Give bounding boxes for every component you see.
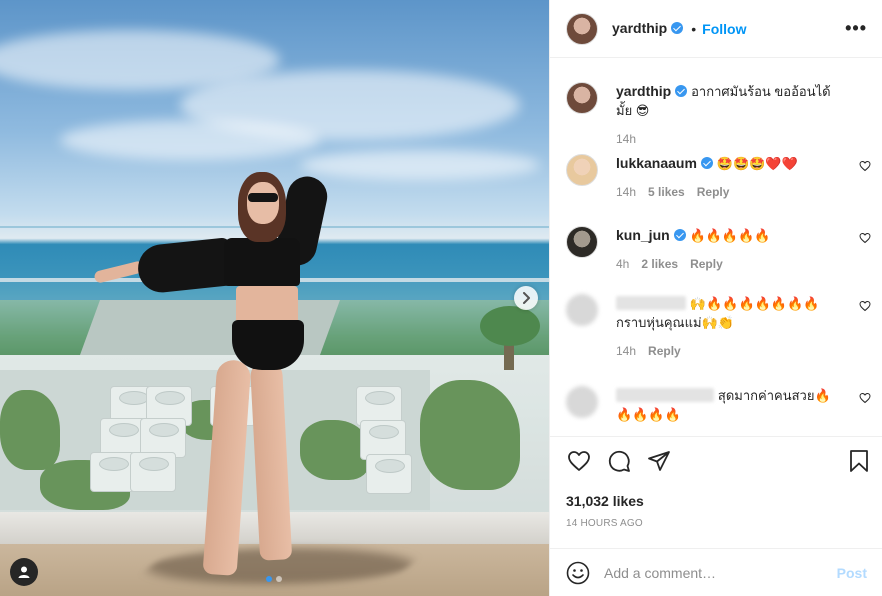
avatar[interactable] xyxy=(566,226,598,258)
share-icon[interactable] xyxy=(646,449,672,473)
heart-icon[interactable] xyxy=(566,449,592,473)
action-icons xyxy=(566,449,868,477)
avatar[interactable] xyxy=(566,154,598,186)
comment-input[interactable] xyxy=(604,564,824,581)
comment-text: 🔥🔥🔥🔥🔥 xyxy=(689,228,771,243)
leg xyxy=(249,359,293,561)
torso xyxy=(236,286,298,324)
comment-item: สุดมากค่าคนสวย🔥 🔥🔥🔥🔥 xyxy=(566,386,871,424)
carousel-dot xyxy=(266,576,272,582)
caption-time: 14h xyxy=(616,132,637,146)
swimsuit-top xyxy=(224,238,300,286)
post-header: yardthip • Follow ••• xyxy=(550,0,882,58)
user-tags-button[interactable] xyxy=(10,558,38,586)
sunglasses xyxy=(248,193,278,202)
reply-button[interactable]: Reply xyxy=(697,183,730,201)
like-comment-icon[interactable] xyxy=(859,232,871,244)
separator-dot: • xyxy=(691,20,697,37)
comment-time: 14h xyxy=(616,185,637,199)
comment-text: 🤩🤩🤩❤️❤️ xyxy=(716,156,798,171)
arm xyxy=(93,260,145,284)
comment-item: kun_jun 🔥🔥🔥🔥🔥 4h 2 likes Reply xyxy=(566,226,871,273)
carousel-dot xyxy=(276,576,282,582)
avatar[interactable] xyxy=(566,82,598,114)
post-side-panel: yardthip • Follow ••• yardthip อากาศมันร… xyxy=(549,0,882,596)
more-options-icon[interactable]: ••• xyxy=(845,18,867,39)
likes-count[interactable]: 31,032 likes xyxy=(566,493,644,509)
comment-username[interactable]: kun_jun xyxy=(616,227,670,243)
comment-time: 4h xyxy=(616,257,630,271)
comment-meta: 4h 2 likes Reply xyxy=(616,255,846,273)
verified-badge-icon xyxy=(673,229,686,241)
reply-button[interactable]: Reply xyxy=(690,255,723,273)
caption-meta: 14h xyxy=(616,130,846,148)
comment-icon[interactable] xyxy=(606,449,632,473)
reply-button[interactable]: Reply xyxy=(648,342,681,360)
comment-body: สุดมากค่าคนสวย🔥 🔥🔥🔥🔥 xyxy=(616,386,846,424)
follow-button[interactable]: Follow xyxy=(702,21,746,37)
verified-badge-icon xyxy=(671,21,684,34)
caption: yardthip อากาศมันร้อน ขออ้อนได้มั้ย 😎 14… xyxy=(566,82,871,148)
comment-item: 🙌🔥🔥🔥🔥🔥🔥🔥 กราบหุ่นคุณแม่🙌👏 14h Reply xyxy=(566,294,871,360)
post-button[interactable]: Post xyxy=(837,565,867,581)
carousel-indicator xyxy=(266,576,282,582)
comment-item: lukkanaaum 🤩🤩🤩❤️❤️ 14h 5 likes Reply xyxy=(566,154,871,201)
post-timestamp: 14 HOURS AGO xyxy=(566,518,643,529)
verified-badge-icon xyxy=(700,157,713,169)
comment-likes[interactable]: 5 likes xyxy=(648,183,685,201)
like-comment-icon[interactable] xyxy=(859,160,871,172)
comment-composer: Post xyxy=(550,548,882,596)
caption-body: yardthip อากาศมันร้อน ขออ้อนได้มั้ย 😎 14… xyxy=(616,82,846,148)
verified-badge-icon xyxy=(675,85,688,97)
like-comment-icon[interactable] xyxy=(859,300,871,312)
like-comment-icon[interactable] xyxy=(859,392,871,404)
comment-username[interactable]: lukkanaaum xyxy=(616,155,697,171)
comment-body: lukkanaaum 🤩🤩🤩❤️❤️ 14h 5 likes Reply xyxy=(616,154,846,201)
person-figure xyxy=(0,0,549,596)
avatar[interactable] xyxy=(566,294,598,326)
swimsuit-bottom xyxy=(232,320,304,370)
next-image-button[interactable] xyxy=(514,286,538,310)
avatar[interactable] xyxy=(566,12,598,45)
smile-icon[interactable] xyxy=(566,561,590,585)
comment-meta: 14h Reply xyxy=(616,342,846,360)
leg xyxy=(202,359,252,576)
comments-list[interactable]: yardthip อากาศมันร้อน ขออ้อนได้มั้ย 😎 14… xyxy=(550,58,882,436)
comment-body: kun_jun 🔥🔥🔥🔥🔥 4h 2 likes Reply xyxy=(616,226,846,273)
chevron-right-icon xyxy=(523,292,530,304)
face xyxy=(247,182,279,224)
author-name[interactable]: yardthip xyxy=(612,20,667,36)
comment-likes[interactable]: 2 likes xyxy=(641,255,678,273)
comment-time: 14h xyxy=(616,344,637,358)
comment-meta: 14h 5 likes Reply xyxy=(616,183,846,201)
user-tag-icon xyxy=(18,566,30,578)
blurred-username[interactable] xyxy=(616,388,714,402)
blurred-username[interactable] xyxy=(616,296,686,310)
post-actions: 31,032 likes 14 HOURS AGO xyxy=(550,436,882,556)
comment-body: 🙌🔥🔥🔥🔥🔥🔥🔥 กราบหุ่นคุณแม่🙌👏 14h Reply xyxy=(616,294,846,360)
author-username[interactable]: yardthip xyxy=(612,20,684,38)
sleeve xyxy=(135,237,235,295)
caption-username[interactable]: yardthip xyxy=(616,83,671,99)
bookmark-icon[interactable] xyxy=(848,449,870,473)
post-image[interactable] xyxy=(0,0,549,596)
avatar[interactable] xyxy=(566,386,598,418)
